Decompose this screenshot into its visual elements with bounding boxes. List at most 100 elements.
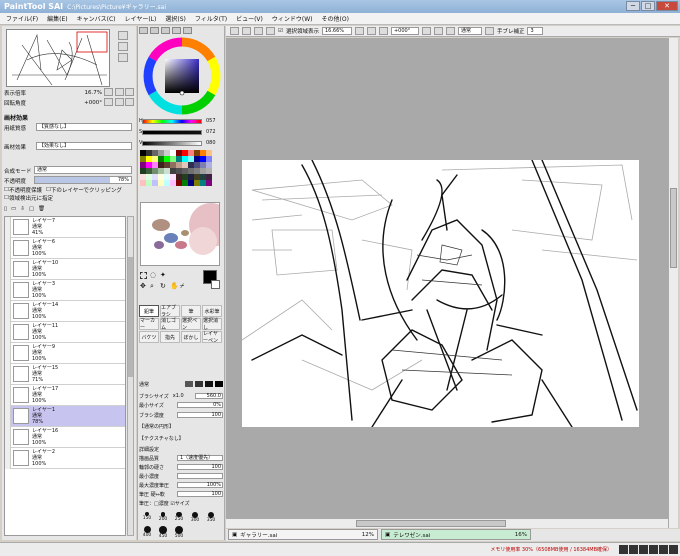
brush-tool-button[interactable]: 水彩筆 (202, 305, 222, 317)
layer-row[interactable]: レイヤー7 通常 41% (5, 217, 125, 238)
brush-tool-button[interactable]: 消しゴム (160, 318, 180, 331)
view-mode-select[interactable]: 通常 (457, 27, 482, 35)
maximize-button[interactable]: □ (641, 1, 655, 11)
opacity-slider[interactable]: 78% (34, 176, 132, 184)
stabilizer-select[interactable]: 3 (527, 27, 544, 35)
zoom-out-icon[interactable] (118, 42, 128, 51)
layer-visibility-toggle[interactable] (5, 406, 11, 427)
layer-visibility-toggle[interactable] (5, 343, 11, 364)
brush-preset[interactable]: 300 (188, 512, 202, 524)
deselect-icon[interactable] (254, 27, 263, 35)
layer-row[interactable]: レイヤー15 通常 71% (5, 364, 125, 385)
zoom-in-icon[interactable] (118, 31, 128, 40)
layer-visibility-toggle[interactable] (5, 322, 11, 343)
selection-checkbox[interactable]: ☑ (278, 28, 283, 34)
layer-visibility-toggle[interactable] (5, 259, 11, 280)
min-size-value[interactable]: 0% (177, 402, 223, 408)
rotate-value[interactable]: +000° (84, 100, 102, 106)
hsv-tab-icon[interactable] (161, 27, 170, 34)
scratch-tab-icon[interactable] (183, 27, 192, 34)
horizontal-scrollbar[interactable] (226, 518, 668, 528)
layer-row[interactable]: レイヤー6 通常 100% (5, 238, 125, 259)
brush-tool-button[interactable]: 選択ペン (181, 318, 201, 331)
tray-icon-5[interactable] (659, 545, 668, 554)
move-icon[interactable]: ✥ (140, 282, 146, 290)
rotate-reset-tb-button[interactable] (445, 27, 455, 35)
brush-tool-button[interactable]: 指先 (160, 331, 180, 343)
density-value[interactable]: 100 (177, 412, 223, 418)
zoom-plus-button[interactable] (125, 88, 134, 96)
clear-layer-icon[interactable]: ▢ (29, 206, 34, 212)
zoom-field[interactable]: 16.66% (321, 27, 352, 35)
h-slider[interactable] (142, 119, 202, 124)
layer-visibility-toggle[interactable] (5, 385, 11, 406)
menu-item[interactable]: レイヤー(L) (125, 14, 157, 23)
brush-tool-button[interactable]: マーカー (139, 318, 159, 331)
v-slider[interactable] (142, 141, 202, 146)
zoom-reset-button[interactable] (104, 88, 113, 96)
layer-row[interactable]: レイヤー16 通常 100% (5, 427, 125, 448)
menu-item[interactable]: ファイル(F) (6, 14, 38, 23)
wheel-tab-icon[interactable] (139, 27, 148, 34)
brush-tool-button[interactable]: 筆 (181, 305, 201, 317)
menu-item[interactable]: キャンバス(C) (77, 14, 116, 23)
layer-row[interactable]: レイヤー2 通常 100% (5, 448, 125, 469)
layer-row[interactable]: レイヤー17 通常 100% (5, 385, 125, 406)
document-tab[interactable]: ▣ ギャラリー.sai 12% (228, 529, 378, 540)
detail-header[interactable]: 詳細設定 (139, 446, 159, 453)
layer-list[interactable]: レイヤー7 通常 41% レイヤー6 通常 100% レイヤー10 通常 100% レイヤー3 通常… (4, 216, 126, 536)
shape-preset-1[interactable] (185, 381, 193, 387)
min-density-value[interactable] (177, 473, 223, 479)
shape-preset-3[interactable] (205, 381, 213, 387)
layer-visibility-toggle[interactable] (5, 448, 11, 469)
s-slider[interactable] (142, 130, 202, 135)
paper-effect-header[interactable]: 画材効果 (4, 113, 28, 122)
menu-item[interactable]: ウィンドウ(W) (272, 14, 313, 23)
close-button[interactable]: ✕ (656, 1, 678, 11)
new-folder-icon[interactable]: ▭ (11, 206, 16, 212)
brush-preset[interactable]: 400 (140, 526, 154, 540)
texture-select[interactable]: 【質感なし】 (36, 123, 132, 131)
lasso-icon[interactable]: ◌ (150, 271, 156, 279)
brush-preset[interactable]: 150 (140, 512, 154, 524)
brush-tool-button[interactable]: 選択消し (202, 318, 222, 331)
zoom-in-button[interactable] (366, 27, 376, 35)
layer-visibility-toggle[interactable] (5, 217, 11, 238)
zoom-icon[interactable]: ⌕ (150, 282, 154, 291)
zoom-value[interactable]: 16.7% (85, 90, 102, 96)
eyedropper-icon[interactable]: ⌿ (180, 282, 184, 291)
horizontal-scroll-thumb[interactable] (356, 520, 506, 527)
menu-item[interactable]: 選択(S) (165, 14, 186, 23)
color-wheel[interactable] (142, 36, 222, 116)
magic-wand-icon[interactable]: ✦ (160, 271, 166, 279)
tray-icon-1[interactable] (619, 545, 628, 554)
layer-visibility-toggle[interactable] (5, 238, 11, 259)
pressure-value[interactable]: 100 (177, 491, 223, 497)
scratch-pad[interactable] (140, 202, 220, 266)
layer-row[interactable]: レイヤー11 通常 100% (5, 322, 125, 343)
flip-icon[interactable] (484, 27, 494, 35)
layer-visibility-toggle[interactable] (5, 364, 11, 385)
vertical-scroll-thumb[interactable] (670, 188, 677, 268)
menu-item[interactable]: ビュー(V) (236, 14, 263, 23)
edge-value[interactable]: 100 (177, 464, 223, 470)
shape-preset-4[interactable] (215, 381, 223, 387)
brush-size-value[interactable]: 560.0 (195, 393, 223, 399)
brush-preset[interactable]: 500 (172, 526, 186, 540)
brush-preset[interactable]: 250 (172, 512, 186, 524)
navigator-preview[interactable] (6, 29, 110, 87)
rotate-left-button[interactable] (115, 98, 124, 106)
rotate-right-button[interactable] (125, 98, 134, 106)
redo-icon[interactable] (242, 27, 251, 35)
rotate-cw-button[interactable] (433, 27, 443, 35)
brush-preset[interactable]: 450 (156, 526, 170, 540)
brush-tool-button[interactable]: 鉛筆 (139, 305, 159, 317)
layer-row[interactable]: レイヤー10 通常 100% (5, 259, 125, 280)
zoom-fit-button[interactable] (378, 27, 388, 35)
rotate-field[interactable]: +000° (390, 27, 419, 35)
shape-option[interactable]: 【通常の円形】 (139, 423, 174, 430)
swatch-tab-icon[interactable] (172, 27, 181, 34)
rgb-tab-icon[interactable] (150, 27, 159, 34)
vertical-scrollbar[interactable] (668, 38, 678, 528)
tray-icon-4[interactable] (649, 545, 658, 554)
